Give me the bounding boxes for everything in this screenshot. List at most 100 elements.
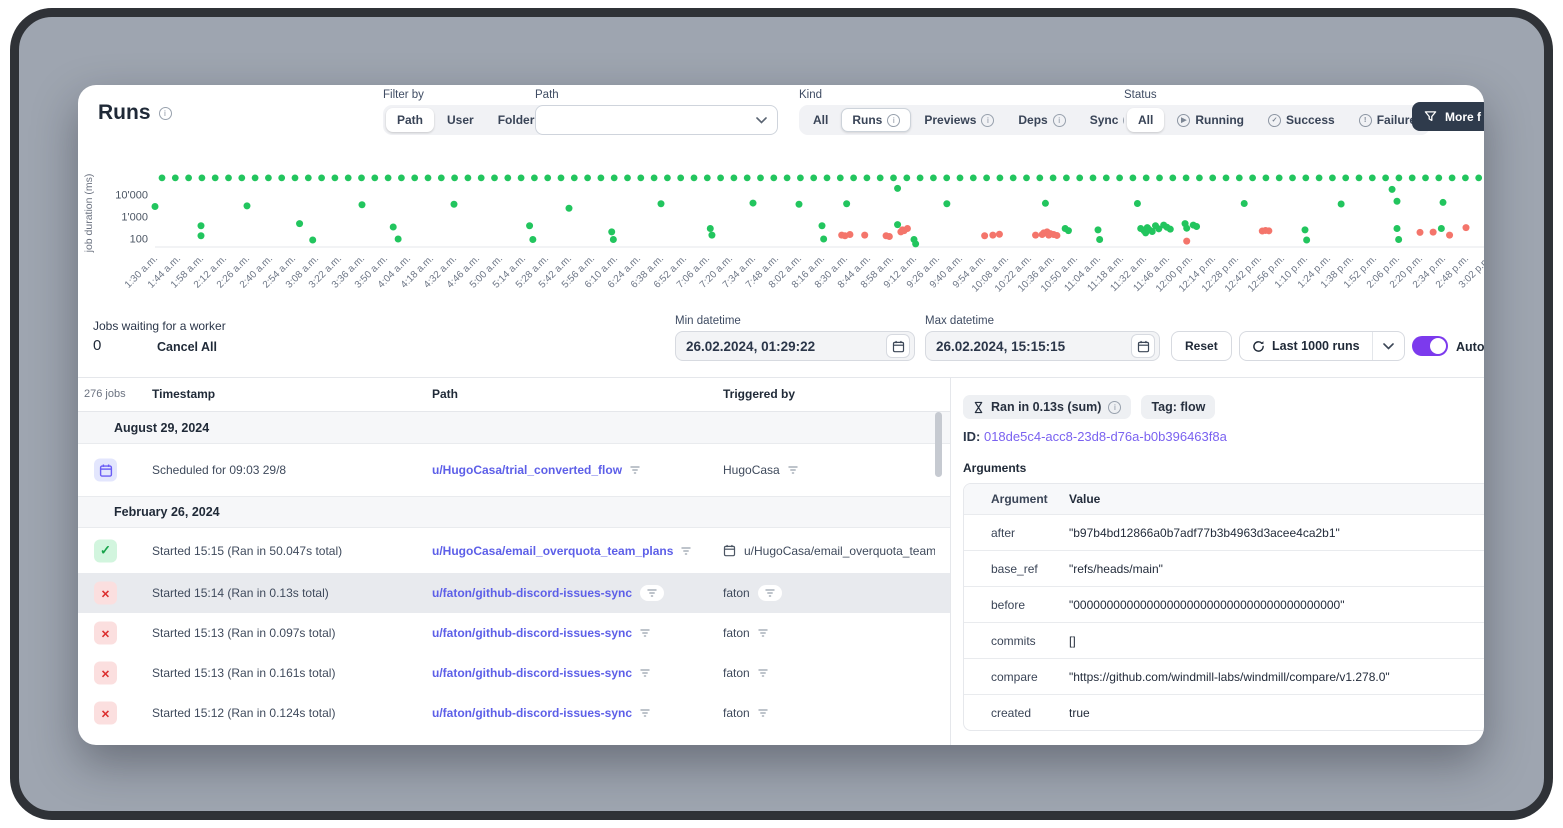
status-running-button[interactable]: ▶Running: [1166, 108, 1255, 132]
svg-text:10'000: 10'000: [115, 190, 148, 202]
calendar-button[interactable]: [1131, 334, 1155, 358]
duration-badge: Ran in 0.13s (sum) i: [963, 395, 1131, 419]
run-path-link[interactable]: u/faton/github-discord-issues-sync: [432, 586, 632, 600]
run-row[interactable]: × Started 15:12 (Ran in 0.124s total) u/…: [78, 693, 950, 733]
run-path-link[interactable]: u/HugoCasa/email_overquota_team_plans: [432, 544, 673, 558]
filter-funnel-icon[interactable]: [640, 708, 650, 718]
kind-label: Kind: [799, 89, 1150, 101]
max-datetime-input[interactable]: 26.02.2024, 15:15:15: [925, 331, 1160, 361]
last-runs-dropdown[interactable]: [1372, 332, 1404, 360]
calendar-icon: [1137, 340, 1150, 353]
run-triggered-by: faton: [723, 666, 750, 680]
run-id-line: ID: 018de5c4-acc8-23d8-d76a-b0b396463f8a: [963, 429, 1227, 444]
column-argument: Argument: [964, 492, 1069, 506]
scheduled-badge: [94, 459, 117, 482]
min-datetime-input[interactable]: 26.02.2024, 01:29:22: [675, 331, 915, 361]
status-success-button[interactable]: ✓Success: [1257, 108, 1346, 132]
filter-by-group: Filter by Path User Folder: [383, 89, 548, 135]
filter-funnel-icon[interactable]: [640, 628, 650, 638]
arguments-table: Argument Value after "b97b4bd12866a0b7ad…: [963, 483, 1484, 731]
run-path-link[interactable]: u/HugoCasa/trial_converted_flow: [432, 463, 622, 477]
chevron-down-icon: [1383, 343, 1394, 350]
last-runs-button[interactable]: Last 1000 runs: [1239, 331, 1405, 361]
run-row[interactable]: Scheduled for 09:03 29/8 u/HugoCasa/tria…: [78, 444, 950, 496]
min-datetime-label: Min datetime: [675, 315, 915, 327]
run-timestamp: Started 15:13 (Ran in 0.097s total): [152, 626, 335, 640]
filter-by-path-button[interactable]: Path: [386, 108, 434, 132]
filter-funnel-icon[interactable]: [640, 668, 650, 678]
run-path-link[interactable]: u/faton/github-discord-issues-sync: [432, 706, 632, 720]
more-filters-button[interactable]: More f: [1412, 102, 1484, 131]
list-scrollbar[interactable]: [935, 412, 942, 477]
failure-badge: ×: [94, 622, 117, 645]
runs-table-header: 276 jobs Timestamp Path Triggered by: [78, 377, 950, 412]
run-timestamp: Started 15:12 (Ran in 0.124s total): [152, 706, 335, 720]
auto-refresh-toggle[interactable]: [1412, 336, 1448, 356]
filter-funnel-icon[interactable]: [788, 465, 798, 475]
svg-text:1'000: 1'000: [121, 212, 148, 224]
kind-runs-button[interactable]: Runsi: [841, 108, 911, 132]
runs-chart[interactable]: job duration (ms)10'0001'0001001:30 a.m.…: [78, 158, 1484, 316]
calendar-button[interactable]: [886, 334, 910, 358]
max-datetime-label: Max datetime: [925, 315, 1160, 327]
failure-badge: ×: [94, 662, 117, 685]
argument-row: compare "https://github.com/windmill-lab…: [964, 658, 1484, 694]
info-icon: i: [1053, 114, 1066, 127]
argument-row: after "b97b4bd12866a0b7adf77b3b4963d3ace…: [964, 514, 1484, 550]
argument-row: before "00000000000000000000000000000000…: [964, 586, 1484, 622]
path-select[interactable]: [535, 105, 778, 135]
argument-row: created true: [964, 694, 1484, 730]
argument-row: commits []: [964, 622, 1484, 658]
info-icon: i: [887, 114, 900, 127]
filter-funnel-icon[interactable]: [681, 546, 691, 556]
hourglass-icon: [973, 401, 984, 414]
kind-all-button[interactable]: All: [802, 108, 839, 132]
reset-button[interactable]: Reset: [1171, 331, 1232, 361]
filter-by-user-button[interactable]: User: [436, 108, 485, 132]
cancel-all-button[interactable]: Cancel All: [157, 340, 217, 354]
app-window: Runs i Filter by Path User Folder Path K…: [78, 85, 1484, 745]
arguments-title: Arguments: [963, 461, 1026, 475]
check-circle-icon: ✓: [1268, 114, 1281, 127]
refresh-icon: [1252, 340, 1265, 353]
run-triggered-by: HugoCasa: [723, 463, 780, 477]
jobs-waiting-label: Jobs waiting for a worker: [93, 319, 226, 333]
column-timestamp: Timestamp: [152, 387, 215, 401]
filter-funnel-icon: [647, 588, 657, 598]
funnel-icon: [1424, 110, 1437, 123]
run-id-value[interactable]: 018de5c4-acc8-23d8-d76a-b0b396463f8a: [984, 429, 1227, 444]
calendar-icon: [892, 340, 905, 353]
run-row-selected[interactable]: × Started 15:14 (Ran in 0.13s total) u/f…: [78, 573, 950, 613]
runs-list: August 29, 2024 Scheduled for 09:03 29/8…: [78, 412, 950, 733]
status-filter-group: Status All ▶Running ✓Success !Failure: [1124, 89, 1430, 135]
run-row[interactable]: × Started 15:13 (Ran in 0.161s total) u/…: [78, 653, 950, 693]
kind-deps-button[interactable]: Depsi: [1007, 108, 1076, 132]
date-group-header: February 26, 2024: [78, 496, 950, 528]
failure-badge: ×: [94, 702, 117, 725]
argument-row: base_ref "refs/heads/main": [964, 550, 1484, 586]
status-all-button[interactable]: All: [1127, 108, 1164, 132]
filter-funnel-pill[interactable]: [758, 585, 782, 601]
run-timestamp: Scheduled for 09:03 29/8: [152, 463, 286, 477]
run-triggered-by: faton: [723, 586, 750, 600]
screenshot-stage: Runs i Filter by Path User Folder Path K…: [0, 0, 1563, 828]
svg-text:100: 100: [130, 234, 148, 246]
column-triggered-by: Triggered by: [723, 387, 795, 401]
filter-funnel-icon[interactable]: [758, 708, 768, 718]
run-id-label: ID:: [963, 429, 980, 444]
run-row[interactable]: ✓ Started 15:15 (Ran in 50.047s total) u…: [78, 528, 950, 573]
filter-funnel-icon: [765, 588, 775, 598]
page-title: Runs i: [98, 101, 172, 125]
chevron-down-icon: [756, 117, 767, 124]
filter-funnel-icon[interactable]: [630, 465, 640, 475]
run-path-link[interactable]: u/faton/github-discord-issues-sync: [432, 666, 632, 680]
divider: [950, 377, 951, 745]
alert-circle-icon: !: [1359, 114, 1372, 127]
column-value: Value: [1069, 492, 1484, 506]
filter-funnel-icon[interactable]: [758, 668, 768, 678]
run-row[interactable]: × Started 15:13 (Ran in 0.097s total) u/…: [78, 613, 950, 653]
filter-funnel-pill[interactable]: [640, 585, 664, 601]
kind-previews-button[interactable]: Previewsi: [913, 108, 1005, 132]
filter-funnel-icon[interactable]: [758, 628, 768, 638]
run-path-link[interactable]: u/faton/github-discord-issues-sync: [432, 626, 632, 640]
